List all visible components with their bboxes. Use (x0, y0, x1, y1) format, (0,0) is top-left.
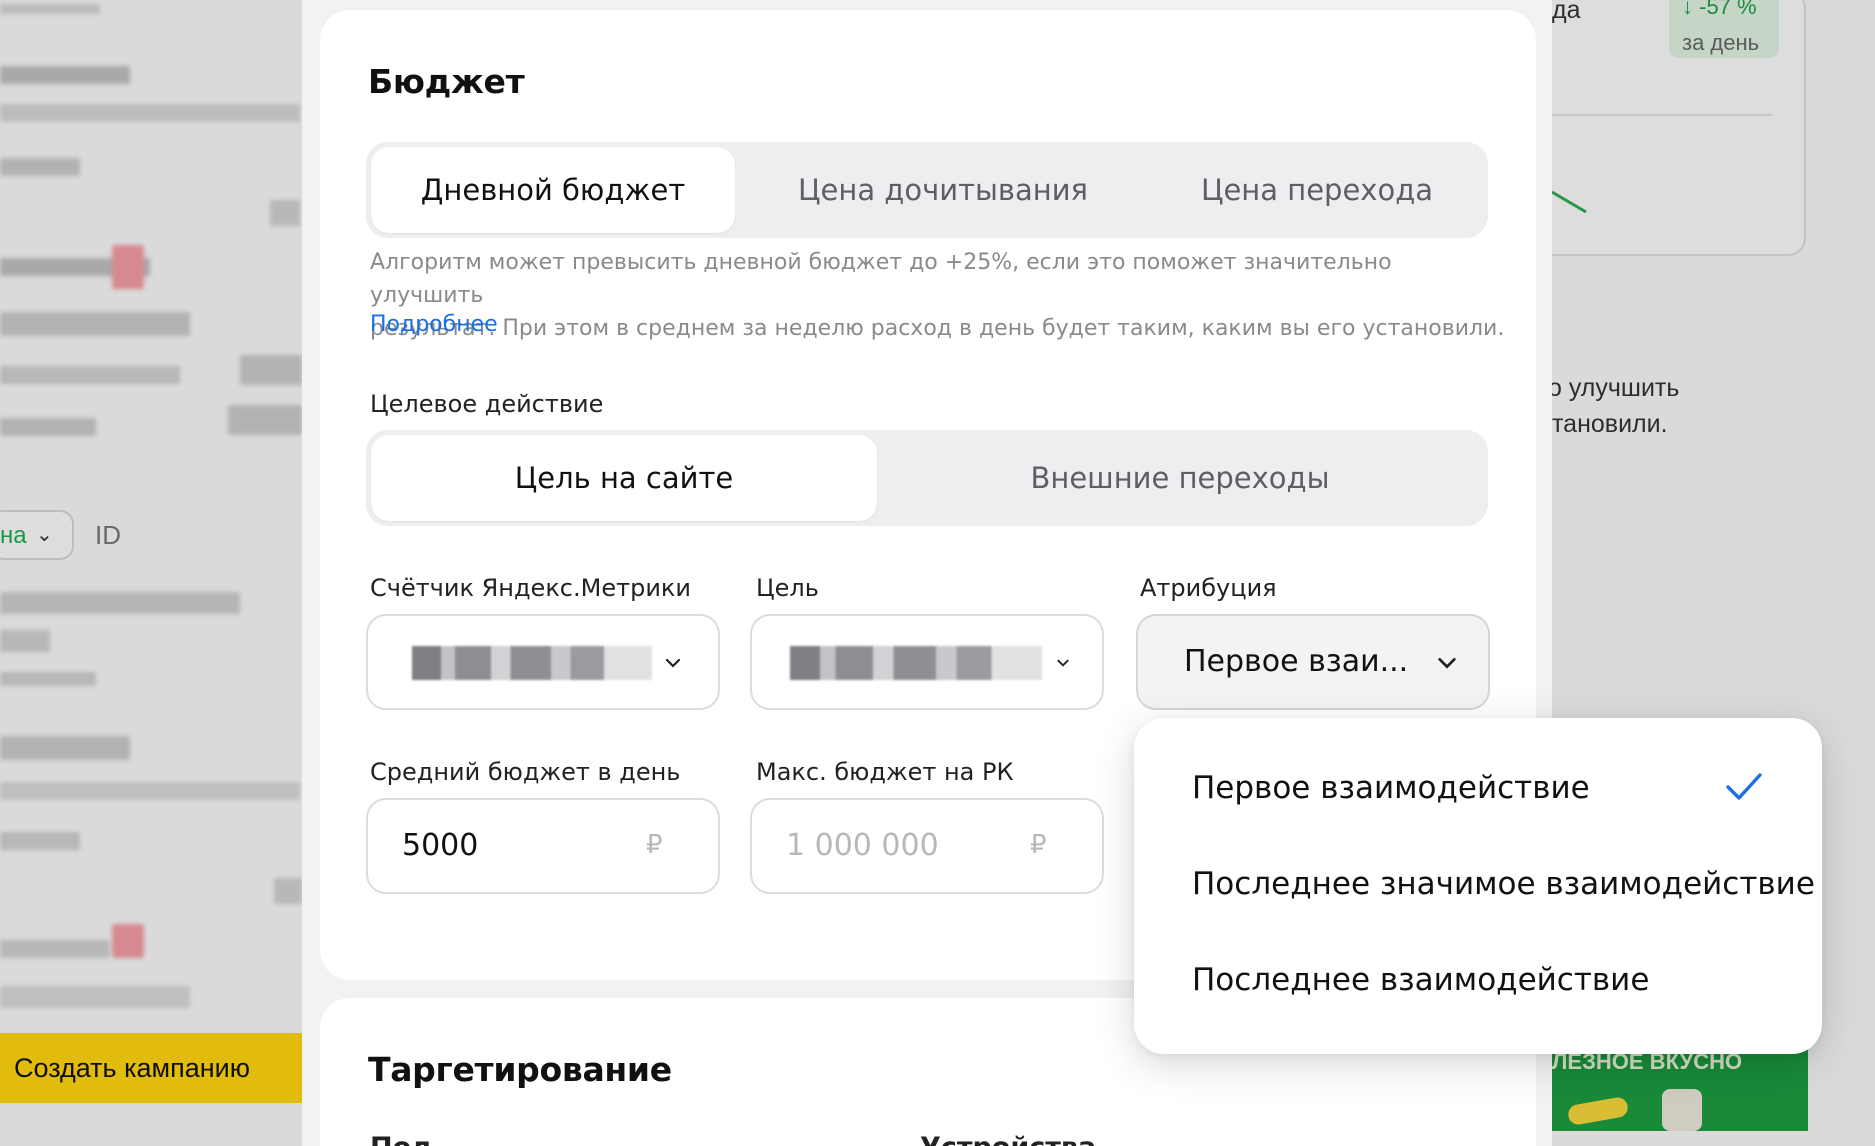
redacted-counter-value (412, 646, 652, 680)
max-budget-label: Макс. бюджет на РК (756, 758, 1014, 786)
devices-label: Устройства (920, 1132, 1096, 1146)
strategy-segmented-control: Дневной бюджет Цена дочитывания Цена пер… (366, 142, 1488, 238)
avg-daily-budget-label: Средний бюджет в день (370, 758, 681, 786)
attribution-dropdown-menu: Первое взаимодействие Последнее значимое… (1134, 718, 1822, 1054)
goal-label: Цель (756, 574, 819, 602)
target-action-segmented-control: Цель на сайте Внешние переходы (366, 430, 1488, 526)
budget-title: Бюджет (368, 62, 525, 101)
goal-select[interactable] (750, 614, 1104, 710)
metrika-counter-select[interactable] (366, 614, 720, 710)
chevron-down-icon (665, 658, 681, 668)
check-icon (1726, 773, 1762, 800)
learn-more-link[interactable]: Подробнее (370, 312, 498, 337)
max-budget-placeholder: 1 000 000 (786, 828, 939, 863)
tab-external-clicks[interactable]: Внешние переходы (877, 435, 1483, 521)
tab-daily-budget[interactable]: Дневной бюджет (371, 147, 735, 233)
help-line: результат. При этом в среднем за неделю … (370, 316, 1505, 341)
target-action-label: Целевое действие (370, 390, 604, 418)
tab-site-goal[interactable]: Цель на сайте (371, 435, 877, 521)
chevron-down-icon (1438, 657, 1456, 669)
gender-label: Пол (370, 1132, 431, 1146)
max-budget-input[interactable]: 1 000 000 ₽ (750, 798, 1104, 894)
redacted-goal-value (790, 646, 1042, 680)
ruble-icon: ₽ (646, 830, 663, 860)
avg-daily-budget-value: 5000 (402, 828, 479, 863)
chevron-down-icon (1057, 659, 1069, 667)
metrika-counter-label: Счётчик Яндекс.Метрики (370, 574, 692, 602)
tab-read-price[interactable]: Цена дочитывания (735, 147, 1151, 233)
attribution-option-last[interactable]: Последнее взаимодействие (1192, 962, 1649, 998)
attribution-select[interactable]: Первое взаи... (1136, 614, 1490, 710)
budget-help-text: Алгоритм может превысить дневной бюджет … (370, 246, 1510, 345)
ruble-icon: ₽ (1030, 830, 1047, 860)
attribution-label: Атрибуция (1140, 574, 1277, 602)
avg-daily-budget-input[interactable]: 5000 ₽ (366, 798, 720, 894)
tab-click-price[interactable]: Цена перехода (1151, 147, 1483, 233)
attribution-option-last-significant[interactable]: Последнее значимое взаимодействие (1192, 866, 1815, 902)
help-line: Алгоритм может превысить дневной бюджет … (370, 250, 1392, 308)
targeting-title: Таргетирование (368, 1050, 672, 1089)
attribution-select-value: Первое взаи... (1184, 644, 1409, 679)
attribution-option-first[interactable]: Первое взаимодействие (1192, 770, 1590, 806)
